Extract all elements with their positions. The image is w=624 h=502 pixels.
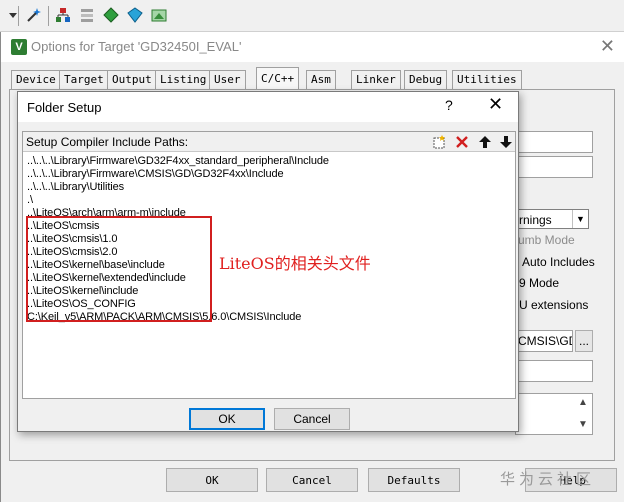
gnu-extensions-label[interactable]: U extensions <box>519 298 588 312</box>
include-paths-value: CMSIS\GD <box>518 334 573 348</box>
options-title-bar: V Options for Target 'GD32450I_EVAL' ✕ <box>1 32 624 62</box>
liteos-highlight-box <box>26 216 212 322</box>
toolbar-separator <box>18 6 19 26</box>
scroll-up-icon[interactable]: ▲ <box>578 397 588 408</box>
help-icon[interactable]: ? <box>445 97 453 113</box>
define-field[interactable] <box>515 131 593 153</box>
options-window-title: Options for Target 'GD32450I_EVAL' <box>31 39 242 54</box>
build-tree-icon[interactable] <box>54 6 72 24</box>
tab-asm[interactable]: Asm <box>306 70 336 89</box>
scroll-down-icon[interactable]: ▼ <box>578 419 588 430</box>
chevron-down-icon: ▼ <box>572 210 588 228</box>
main-toolbar <box>0 0 624 32</box>
tab-user[interactable]: User <box>209 70 246 89</box>
toolbar-separator <box>48 6 49 26</box>
include-paths-header: Setup Compiler Include Paths: <box>23 132 515 152</box>
tab-listing[interactable]: Listing <box>155 70 212 89</box>
dropdown-arrow-icon[interactable] <box>4 6 22 24</box>
options-cancel-button[interactable]: Cancel <box>266 468 358 492</box>
list-item[interactable]: .\ <box>27 194 33 206</box>
list-item[interactable]: ..\..\..\Library\Firmware\CMSIS\GD\GD32F… <box>27 168 284 180</box>
close-icon[interactable]: ✕ <box>488 94 503 115</box>
tab-c-cpp[interactable]: C/C++ <box>256 67 300 89</box>
options-defaults-button[interactable]: Defaults <box>368 468 460 492</box>
folder-setup-ok-button[interactable]: OK <box>189 408 265 430</box>
compiler-control-string: ▲ ▼ <box>515 393 593 435</box>
wand-icon[interactable] <box>24 6 42 24</box>
c99-mode-label[interactable]: 9 Mode <box>519 276 559 290</box>
thumb-mode-label: umb Mode <box>518 233 575 247</box>
tab-debug[interactable]: Debug <box>404 70 448 89</box>
auto-includes-label[interactable]: Auto Includes <box>522 255 595 269</box>
delete-icon[interactable] <box>453 133 471 151</box>
layers-icon[interactable] <box>78 6 96 24</box>
include-paths-field[interactable]: CMSIS\GD <box>515 330 573 352</box>
include-paths-header-label: Setup Compiler Include Paths: <box>26 135 189 149</box>
blue-diamond-icon[interactable] <box>126 6 144 24</box>
tab-output[interactable]: Output <box>107 70 157 89</box>
tab-device[interactable]: Device <box>11 70 61 89</box>
list-item[interactable]: ..\..\..\Library\Firmware\GD32F4xx_stand… <box>27 155 329 167</box>
warnings-select[interactable]: rnings ▼ <box>515 209 589 229</box>
undefine-field[interactable] <box>515 156 593 178</box>
watermark: 华为云社区 <box>500 471 596 488</box>
options-ok-button[interactable]: OK <box>166 468 258 492</box>
folder-setup-dialog: Folder Setup ? ✕ Setup Compiler Include … <box>17 91 519 432</box>
pack-installer-icon[interactable] <box>150 6 168 24</box>
move-up-icon[interactable] <box>476 133 494 151</box>
misc-controls-field[interactable] <box>515 360 593 382</box>
folder-setup-cancel-button[interactable]: Cancel <box>274 408 350 430</box>
include-paths-browse-button[interactable]: ... <box>575 330 593 352</box>
list-item[interactable]: ..\..\..\Library\Utilities <box>27 181 124 193</box>
include-paths-list-body: ..\..\..\Library\Firmware\GD32F4xx_stand… <box>23 152 515 398</box>
tab-linker[interactable]: Linker <box>351 70 401 89</box>
move-down-icon[interactable] <box>497 133 515 151</box>
keil-app-icon: V <box>11 39 27 55</box>
options-close-icon[interactable]: ✕ <box>600 36 615 57</box>
tab-utilities[interactable]: Utilities <box>452 70 522 89</box>
tab-target[interactable]: Target <box>59 70 109 89</box>
folder-setup-title-bar: Folder Setup ? ✕ <box>18 92 518 122</box>
liteos-annotation: LiteOS的相关头文件 <box>219 254 371 273</box>
warnings-value: rnings <box>519 213 552 227</box>
folder-setup-title: Folder Setup <box>27 100 102 115</box>
green-diamond-icon[interactable] <box>102 6 120 24</box>
new-folder-icon[interactable] <box>430 133 448 151</box>
